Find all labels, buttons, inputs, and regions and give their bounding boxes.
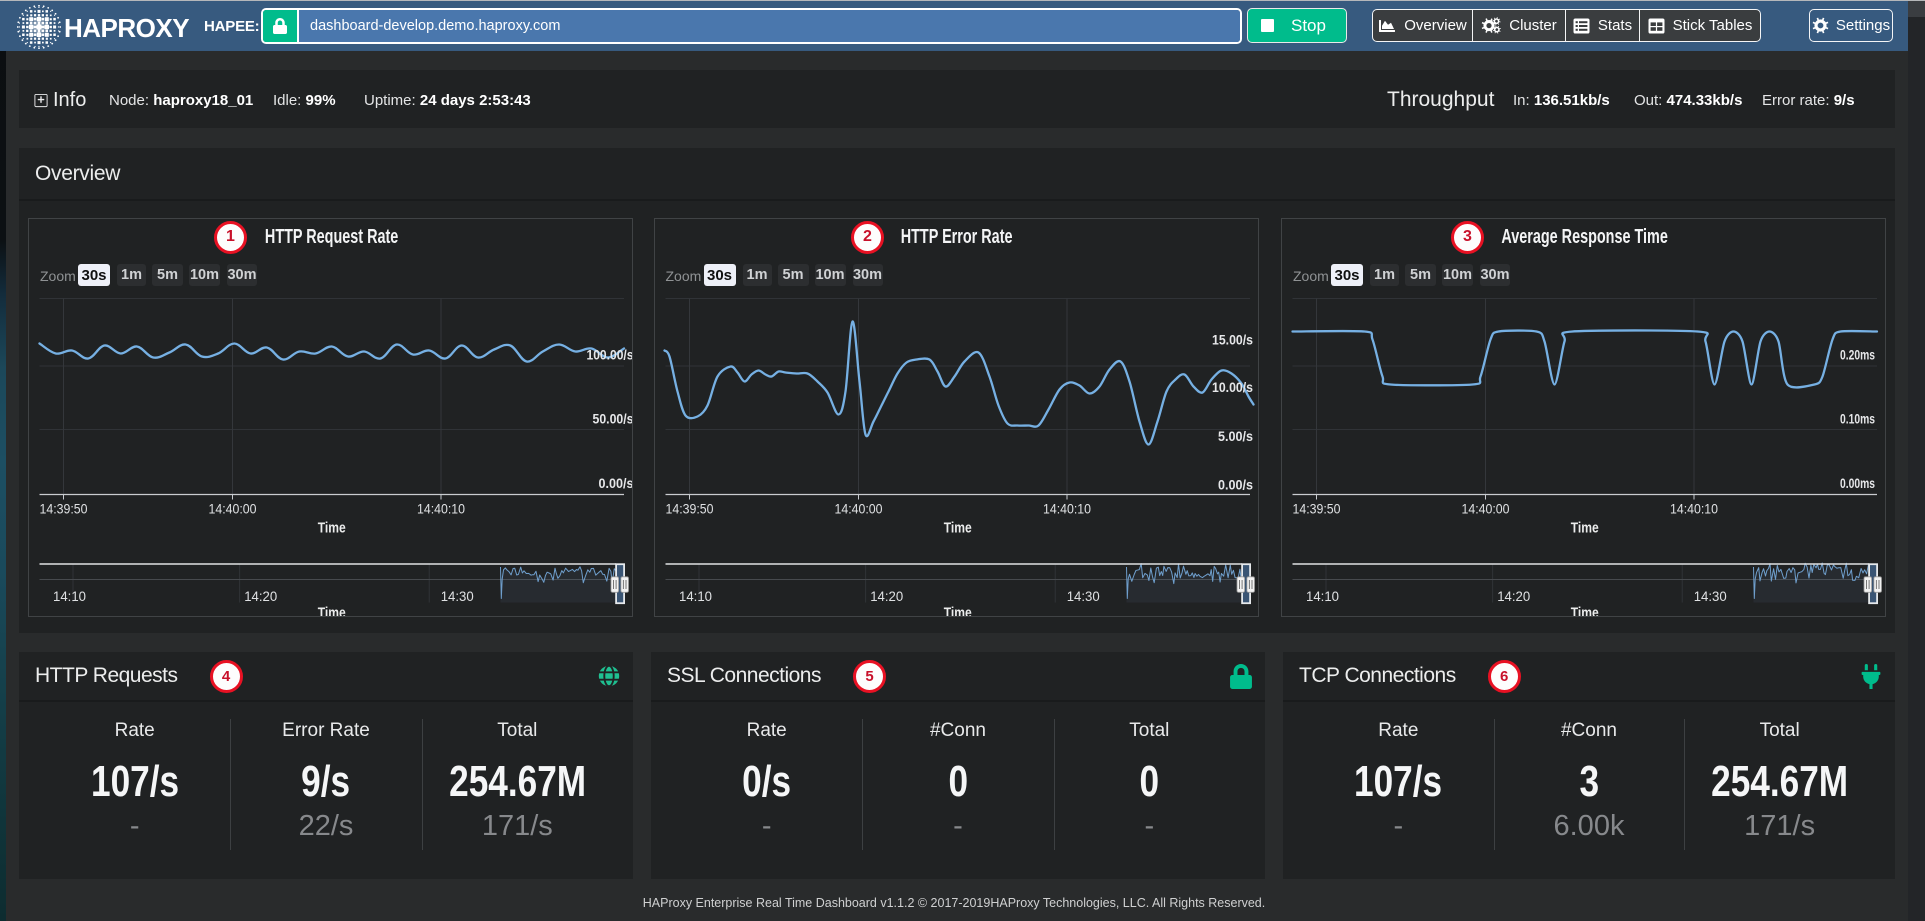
svg-text:15.00/s: 15.00/s [1212, 331, 1253, 347]
svg-text:14:40:00: 14:40:00 [1462, 500, 1510, 516]
svg-text:14:40:00: 14:40:00 [209, 500, 257, 516]
svg-text:0.00/s: 0.00/s [1218, 476, 1253, 492]
svg-text:14:20: 14:20 [870, 589, 903, 604]
svg-text:0.00/s: 0.00/s [599, 475, 634, 491]
svg-text:0.00ms: 0.00ms [1840, 475, 1875, 491]
svg-text:14:30: 14:30 [441, 589, 474, 604]
svg-text:14:40:10: 14:40:10 [417, 500, 465, 516]
svg-text:100.00/s: 100.00/s [587, 346, 634, 362]
svg-text:14:40:00: 14:40:00 [834, 500, 882, 516]
svg-text:Time: Time [943, 519, 971, 536]
svg-text:0.20ms: 0.20ms [1840, 346, 1875, 362]
svg-text:0.10ms: 0.10ms [1840, 410, 1875, 426]
svg-text:5.00/s: 5.00/s [1218, 428, 1253, 444]
svg-text:14:40:10: 14:40:10 [1043, 500, 1091, 516]
svg-text:14:20: 14:20 [1497, 589, 1530, 604]
svg-text:Time: Time [318, 519, 346, 536]
svg-text:14:39:50: 14:39:50 [40, 500, 88, 516]
svg-text:50.00/s: 50.00/s [593, 410, 634, 426]
svg-text:Time: Time [943, 604, 971, 617]
svg-text:14:39:50: 14:39:50 [1293, 500, 1341, 516]
svg-text:14:30: 14:30 [1066, 589, 1099, 604]
svg-text:Time: Time [318, 604, 346, 617]
svg-text:14:39:50: 14:39:50 [665, 500, 713, 516]
svg-text:14:40:10: 14:40:10 [1670, 500, 1718, 516]
svg-text:10.00/s: 10.00/s [1212, 379, 1253, 395]
svg-text:14:10: 14:10 [53, 589, 86, 604]
svg-text:14:20: 14:20 [244, 589, 277, 604]
svg-text:Time: Time [1571, 519, 1599, 536]
svg-text:Time: Time [1571, 604, 1599, 617]
svg-text:14:10: 14:10 [679, 589, 712, 604]
svg-text:14:30: 14:30 [1694, 589, 1727, 604]
svg-text:14:10: 14:10 [1306, 589, 1339, 604]
